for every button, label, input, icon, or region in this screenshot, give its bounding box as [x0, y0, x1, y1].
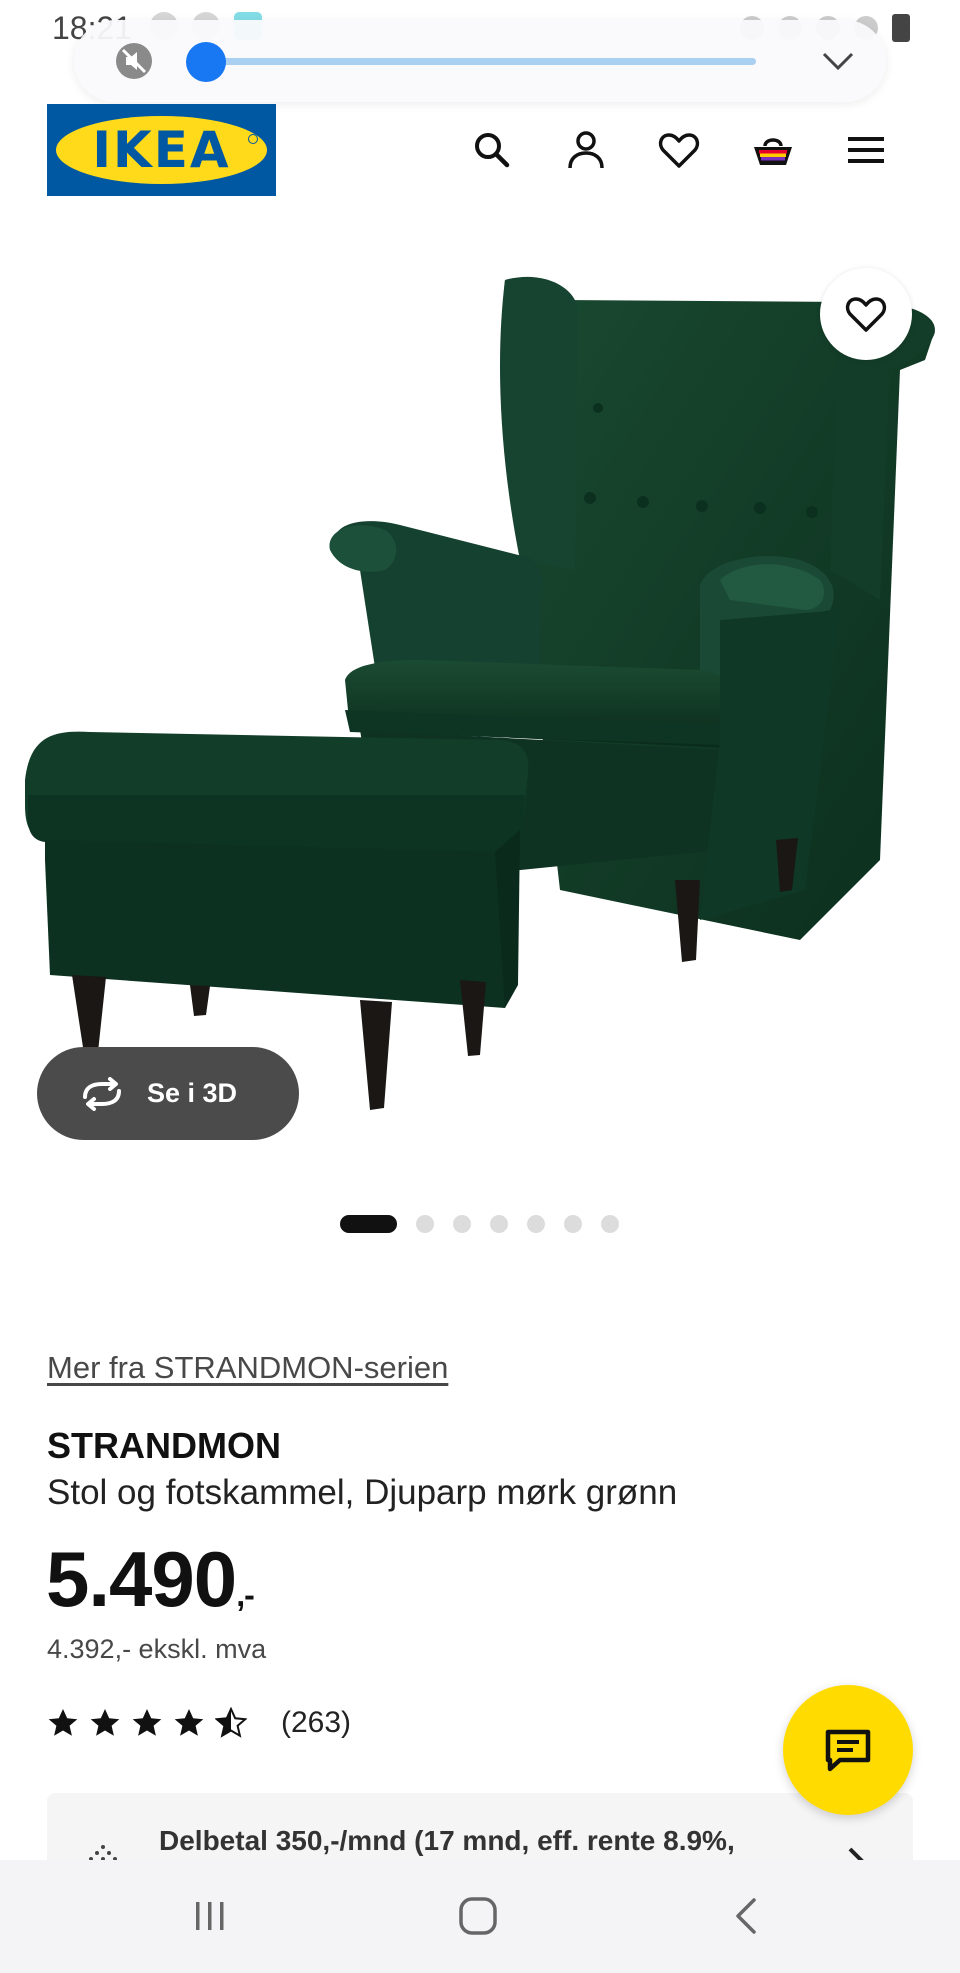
ikea-logo[interactable]: IKEA [47, 104, 276, 196]
installment-text: Delbetal 350,-/mnd (17 mnd, eff. rente 8… [159, 1825, 735, 1856]
basket-icon [754, 138, 792, 165]
battery-icon [892, 14, 910, 42]
sound-off-icon[interactable] [114, 41, 154, 81]
home-button[interactable] [448, 1890, 508, 1942]
view-in-3d-button[interactable]: Se i 3D [37, 1047, 299, 1140]
heart-icon [658, 133, 700, 168]
user-icon [568, 131, 604, 169]
rotate-3d-icon [83, 1076, 121, 1111]
volume-slider-handle[interactable] [186, 42, 226, 82]
carousel-dot[interactable] [564, 1215, 582, 1233]
product-rating[interactable]: (263) [47, 1706, 351, 1740]
star-icon [174, 1709, 204, 1736]
price-amount: 5.490 [46, 1535, 237, 1623]
menu-icon [848, 137, 884, 163]
recent-apps-button[interactable] [180, 1890, 240, 1942]
carousel-dot[interactable] [601, 1215, 619, 1233]
half-star-icon [215, 1707, 247, 1738]
price-excluding-vat: 4.392,- ekskl. mva [47, 1634, 267, 1664]
heart-icon [845, 297, 887, 332]
series-link[interactable]: Mer fra STRANDMON-serien [47, 1350, 448, 1386]
rating-count: (263) [281, 1706, 352, 1739]
logo-text: IKEA [92, 121, 231, 179]
chevron-down-icon[interactable] [820, 46, 856, 76]
view-in-3d-label: Se i 3D [147, 1078, 238, 1108]
chat-button[interactable] [783, 1685, 913, 1815]
site-header: IKEA [0, 100, 960, 200]
back-icon [736, 1898, 756, 1934]
wishlist-button[interactable] [653, 124, 705, 176]
product-image[interactable] [0, 240, 960, 1180]
volume-slider-track[interactable] [204, 58, 756, 65]
price-suffix: ,- [236, 1577, 255, 1613]
product-price: 5.490,- [46, 1534, 255, 1625]
carousel-dot[interactable] [527, 1215, 545, 1233]
home-icon [459, 1897, 497, 1935]
menu-button[interactable] [840, 124, 892, 176]
carousel-dot[interactable] [340, 1215, 397, 1233]
add-to-favourites-button[interactable] [820, 268, 912, 360]
product-name: STRANDMON [47, 1425, 281, 1466]
system-navigation-bar [0, 1860, 960, 1973]
product-description: Stol og fotskammel, Djuparp mørk grønn [47, 1473, 678, 1512]
registered-mark [248, 134, 258, 144]
account-button[interactable] [560, 124, 612, 176]
chat-icon [825, 1729, 871, 1772]
carousel-dot[interactable] [416, 1215, 434, 1233]
search-button[interactable] [466, 124, 518, 176]
star-icon [90, 1709, 120, 1736]
recent-apps-icon [196, 1902, 224, 1930]
search-icon [475, 133, 510, 168]
image-carousel-indicator [340, 1214, 619, 1234]
back-button[interactable] [718, 1890, 778, 1942]
star-icon [48, 1709, 78, 1736]
carousel-dot[interactable] [490, 1215, 508, 1233]
star-icon [132, 1709, 162, 1736]
chair-and-footstool-image [25, 276, 935, 1110]
carousel-dot[interactable] [453, 1215, 471, 1233]
basket-button[interactable] [747, 124, 799, 176]
volume-panel [74, 20, 886, 102]
